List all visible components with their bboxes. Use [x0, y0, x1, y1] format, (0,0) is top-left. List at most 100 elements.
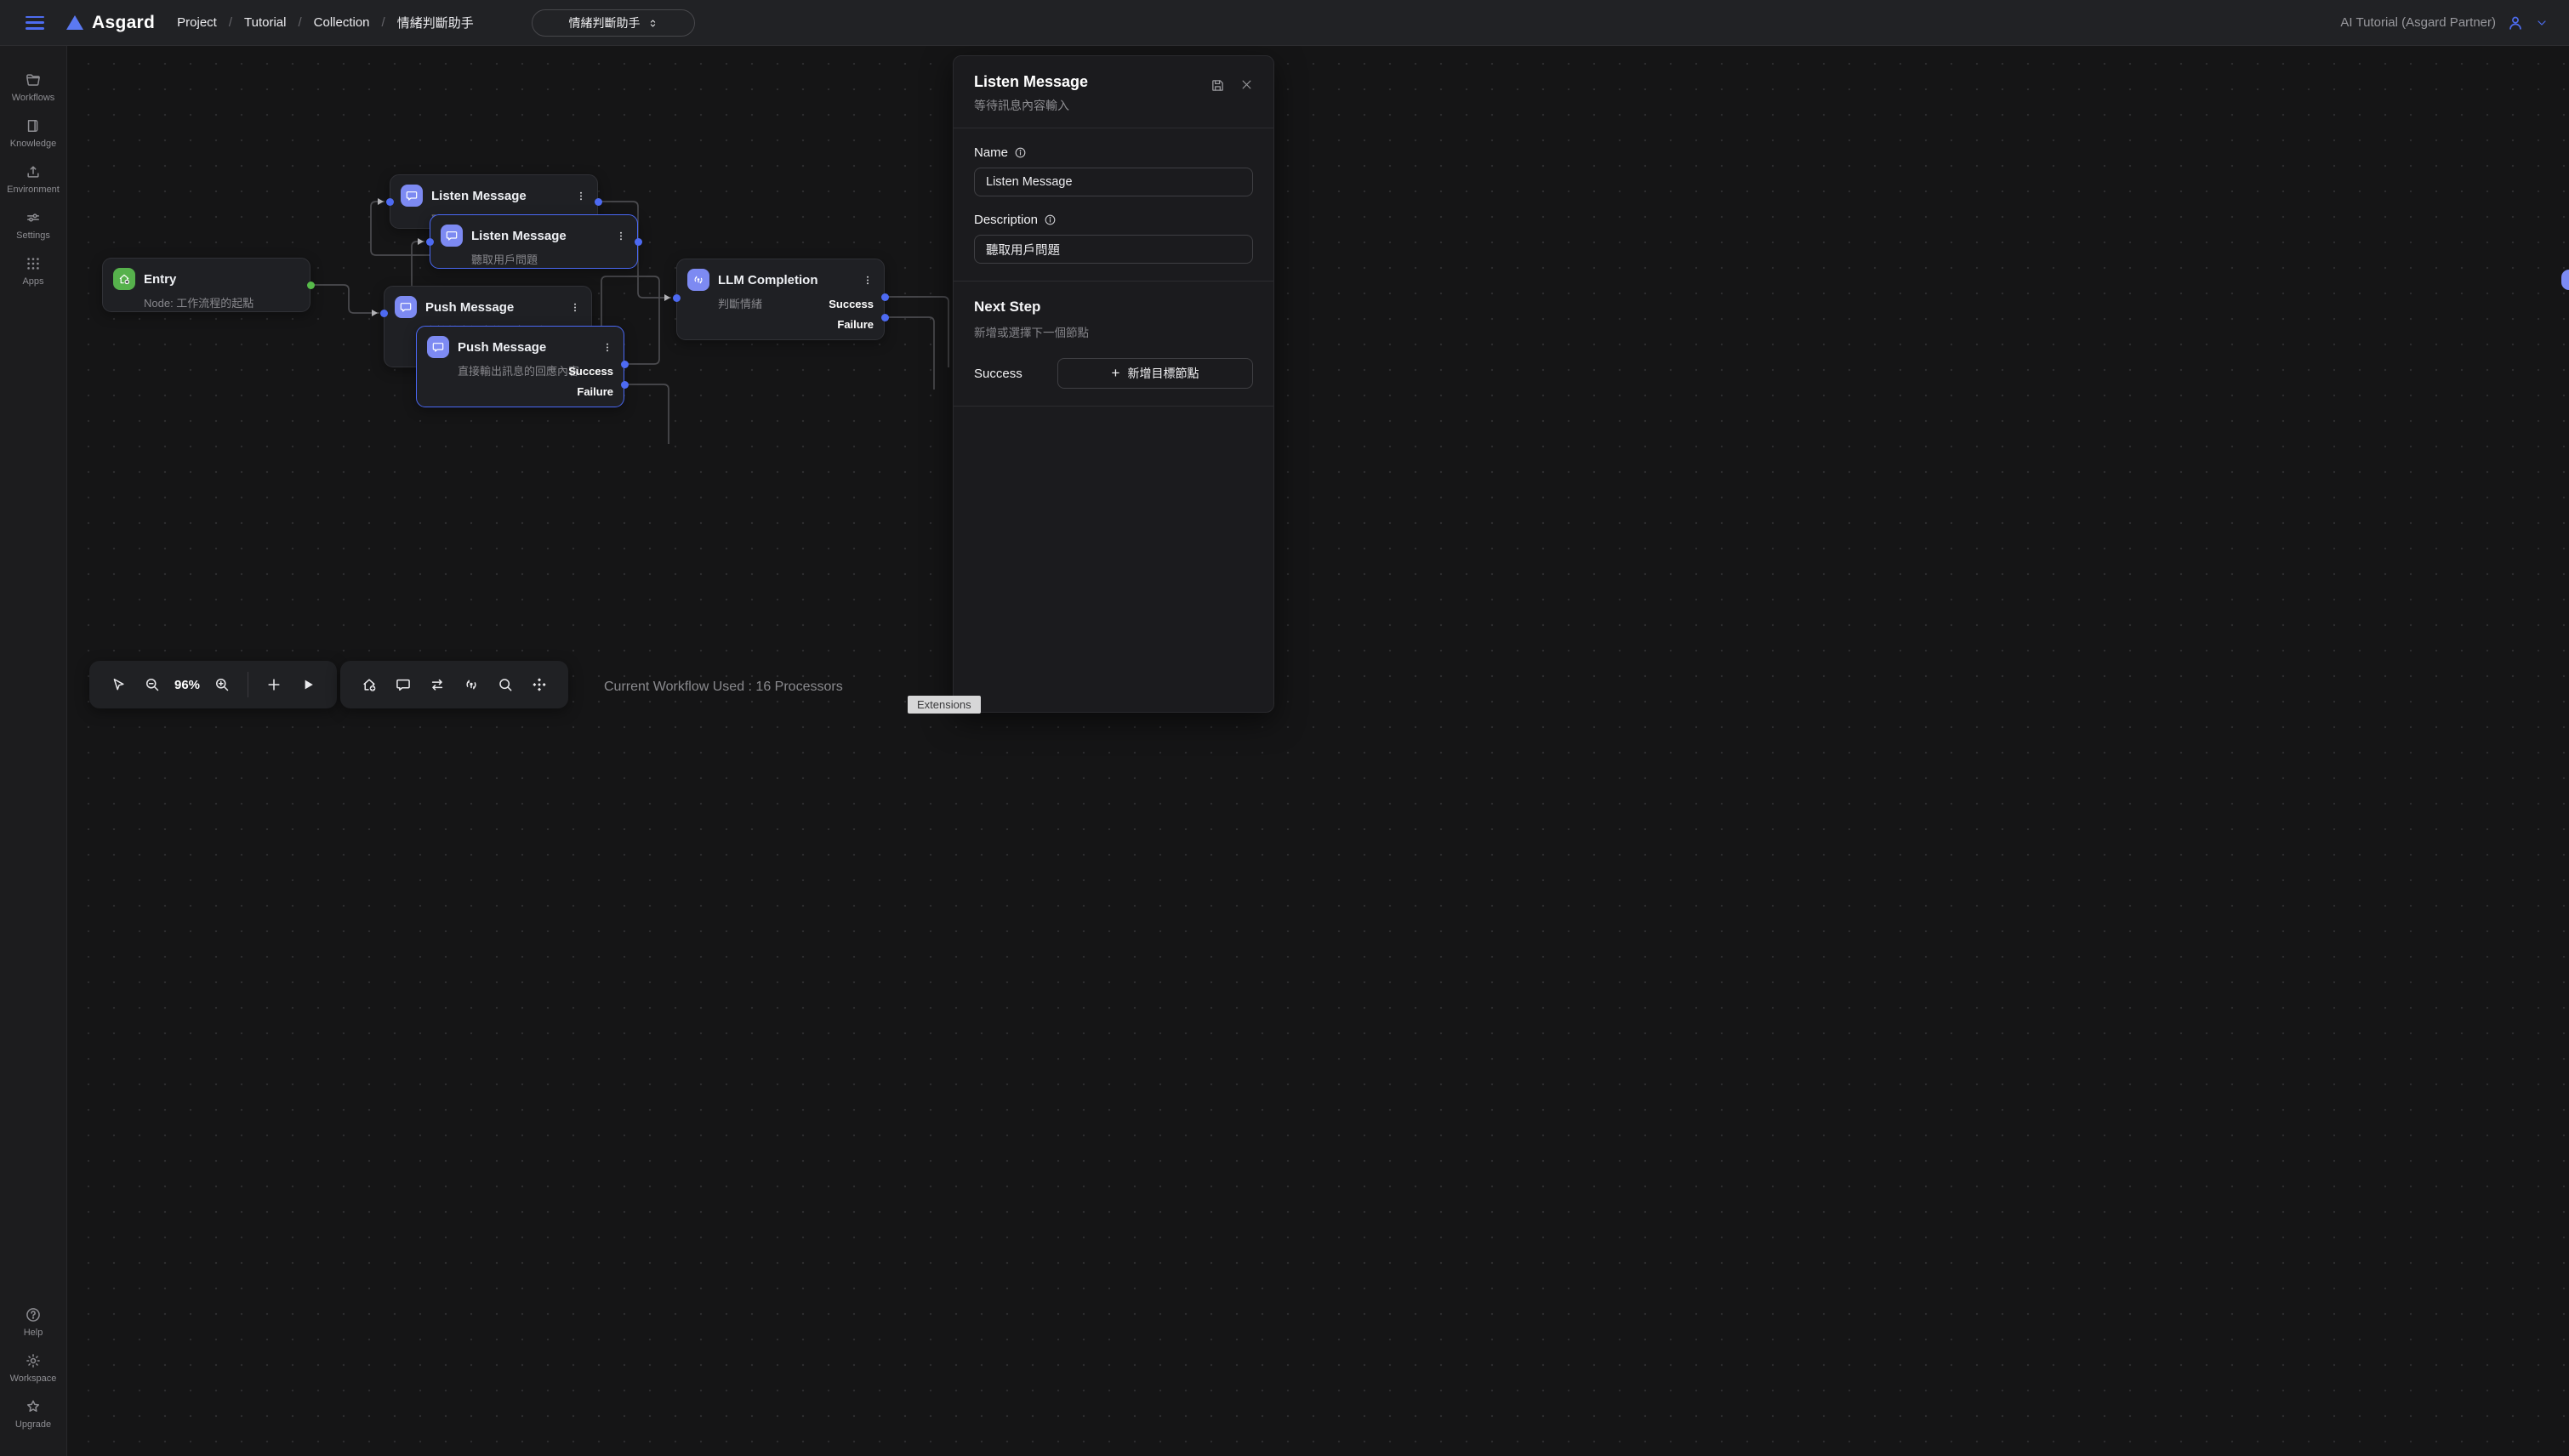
connection-port[interactable]	[595, 198, 602, 206]
output-label-success[interactable]: Success	[568, 365, 613, 378]
hamburger-menu-icon[interactable]	[26, 16, 44, 30]
sidebar-item-workflows[interactable]: Workflows	[3, 71, 64, 103]
move-icon	[531, 676, 548, 693]
info-icon[interactable]	[1014, 146, 1027, 159]
select-tool-button[interactable]	[103, 669, 134, 700]
sidebar-item-upgrade[interactable]: Upgrade	[3, 1398, 64, 1430]
gear-icon	[25, 1352, 42, 1369]
output-label-failure[interactable]: Failure	[837, 318, 874, 331]
bubble-node-icon	[441, 225, 463, 247]
search-tool-button[interactable]	[490, 669, 521, 700]
panel-subtitle: 等待訊息內容輸入	[974, 97, 1210, 114]
connection-port[interactable]	[621, 381, 629, 389]
panel-title: Listen Message	[974, 73, 1210, 91]
zoom-out-button[interactable]	[137, 669, 168, 700]
breadcrumb-item-collection[interactable]: Collection	[314, 15, 370, 30]
workflow-node-listen-2[interactable]: Listen Message 聽取用戶問題	[430, 214, 638, 269]
sidebar-item-label: Help	[24, 1328, 43, 1338]
extensions-tool-button[interactable]	[524, 669, 555, 700]
sidebar-item-apps[interactable]: Apps	[3, 255, 64, 287]
add-node-button[interactable]	[259, 669, 289, 700]
connection-port[interactable]	[386, 198, 394, 206]
bubble-node-icon	[427, 336, 449, 358]
message-node-tool-button[interactable]	[388, 669, 419, 700]
brand-name: Asgard	[92, 13, 155, 33]
node-title: Listen Message	[431, 189, 567, 203]
connection-port[interactable]	[426, 238, 434, 246]
switch-node-tool-button[interactable]	[422, 669, 453, 700]
play-icon	[299, 676, 316, 693]
kebab-menu-icon[interactable]	[601, 341, 613, 354]
left-sidebar: Workflows Knowledge Environment Settings App…	[0, 46, 67, 1456]
breadcrumb-separator: /	[382, 15, 385, 30]
workflow-node-push-2[interactable]: Push Message直接輸出訊息的回應內容SuccessFailure	[416, 326, 624, 407]
output-port-green[interactable]	[307, 282, 315, 289]
connection-port[interactable]	[621, 361, 629, 368]
kebab-menu-icon[interactable]	[615, 230, 627, 242]
sidebar-item-label: Settings	[16, 230, 50, 241]
connection-port[interactable]	[673, 294, 681, 302]
next-step-title: Next Step	[974, 299, 1253, 316]
connection-port[interactable]	[881, 314, 889, 321]
user-avatar-icon[interactable]	[2506, 14, 2525, 32]
grid-icon	[25, 255, 42, 272]
workflow-selector-dropdown[interactable]: 情緒判斷助手	[532, 9, 695, 37]
sidebar-item-label: Knowledge	[10, 139, 56, 149]
zoom-level-value: 96%	[171, 678, 203, 692]
sidebar-item-label: Apps	[22, 276, 43, 287]
edge-arrowhead-icon	[372, 310, 378, 316]
breadcrumb-separator: /	[229, 15, 232, 30]
bubble-node-icon	[395, 296, 417, 318]
sidebar-item-settings[interactable]: Settings	[3, 209, 64, 241]
connection-port[interactable]	[635, 238, 642, 246]
description-input[interactable]	[974, 235, 1253, 264]
close-icon[interactable]	[1240, 78, 1253, 93]
workflow-node-entry[interactable]: EntryNode: 工作流程的起點	[102, 258, 310, 312]
asgard-logo-icon[interactable]	[66, 15, 83, 30]
canvas-toolbar-main: 96%	[89, 661, 337, 708]
swap-icon	[429, 676, 446, 693]
connection-port[interactable]	[380, 310, 388, 317]
question-icon	[25, 1306, 42, 1323]
node-title: Entry	[144, 272, 299, 287]
node-subtitle: 聽取用戶問題	[471, 251, 627, 267]
info-icon[interactable]	[1044, 213, 1057, 226]
house-node-icon	[113, 268, 135, 290]
sidebar-item-help[interactable]: Help	[3, 1306, 64, 1338]
node-title: Push Message	[458, 340, 593, 355]
name-input[interactable]	[974, 168, 1253, 196]
chevron-down-icon[interactable]	[2535, 16, 2549, 30]
output-label-failure[interactable]: Failure	[577, 385, 613, 398]
breadcrumb-item-project[interactable]: Project	[177, 15, 217, 30]
llm-node-tool-button[interactable]	[456, 669, 487, 700]
connection-port[interactable]	[881, 293, 889, 301]
output-label-success[interactable]: Success	[829, 298, 874, 310]
panel-collapse-handle[interactable]	[2561, 270, 2569, 290]
cursor-icon	[110, 676, 127, 693]
workflow-node-llm-1[interactable]: LLM Completion判斷情緒SuccessFailure	[676, 259, 885, 340]
sidebar-item-label: Workspace	[10, 1374, 57, 1384]
run-workflow-button[interactable]	[293, 669, 323, 700]
kebab-menu-icon[interactable]	[862, 274, 874, 287]
save-icon[interactable]	[1210, 78, 1225, 93]
breadcrumb-item-tutorial[interactable]: Tutorial	[244, 15, 286, 30]
breadcrumb: Project/Tutorial/Collection/情緒判斷助手	[177, 14, 474, 31]
sidebar-item-knowledge[interactable]: Knowledge	[3, 117, 64, 149]
kebab-menu-icon[interactable]	[569, 301, 581, 314]
add-target-node-button[interactable]: + 新增目標節點	[1057, 358, 1253, 389]
node-title: Listen Message	[471, 229, 607, 243]
search-icon	[497, 676, 514, 693]
kebab-menu-icon[interactable]	[575, 190, 587, 202]
sidebar-item-workspace[interactable]: Workspace	[3, 1352, 64, 1384]
sliders-icon	[25, 209, 42, 226]
canvas-toolbar-nodes	[340, 661, 568, 708]
entry-node-tool-button[interactable]	[354, 669, 384, 700]
sidebar-item-environment[interactable]: Environment	[3, 163, 64, 195]
name-field-label: Name	[974, 145, 1008, 160]
workflow-usage-status: Current Workflow Used : 16 Processors	[604, 680, 843, 695]
zoom-in-button[interactable]	[207, 669, 237, 700]
edge-arrowhead-icon	[664, 294, 670, 301]
extensions-tooltip: Extensions	[908, 696, 981, 714]
breadcrumb-item-情緒判斷助手[interactable]: 情緒判斷助手	[397, 14, 474, 31]
sidebar-item-label: Upgrade	[15, 1419, 51, 1430]
